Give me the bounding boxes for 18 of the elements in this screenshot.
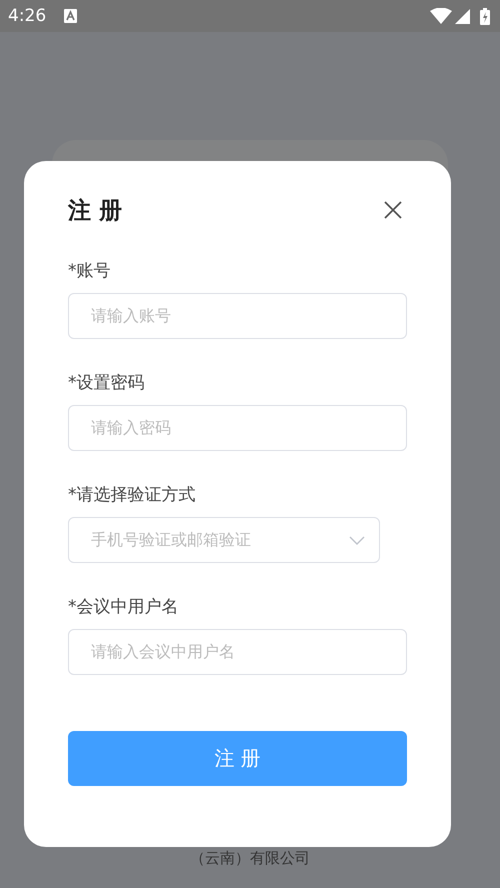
select-field[interactable]: 手机号验证或邮箱验证 <box>68 517 380 563</box>
dialog-title: 注 册 <box>68 196 122 226</box>
close-icon[interactable] <box>384 201 402 219</box>
battery-icon <box>480 8 490 24</box>
field-label: *账号 <box>68 260 112 283</box>
input-field[interactable]: 请输入账号 <box>68 293 407 339</box>
wifi-icon <box>430 8 452 24</box>
notification-icon <box>64 9 78 23</box>
status-time: 4:26 <box>8 6 46 26</box>
signal-icon <box>455 8 470 24</box>
field-label: *设置密码 <box>68 372 146 395</box>
field-label: *会议中用户名 <box>68 596 180 619</box>
field-label: *请选择验证方式 <box>68 484 196 507</box>
chevron-down-icon <box>349 536 365 544</box>
input-field[interactable]: 请输入密码 <box>68 405 407 451</box>
input-field[interactable]: 请输入会议中用户名 <box>68 629 407 675</box>
register-button[interactable]: 注 册 <box>68 731 407 786</box>
company-name: （云南）有限公司 <box>190 849 310 868</box>
